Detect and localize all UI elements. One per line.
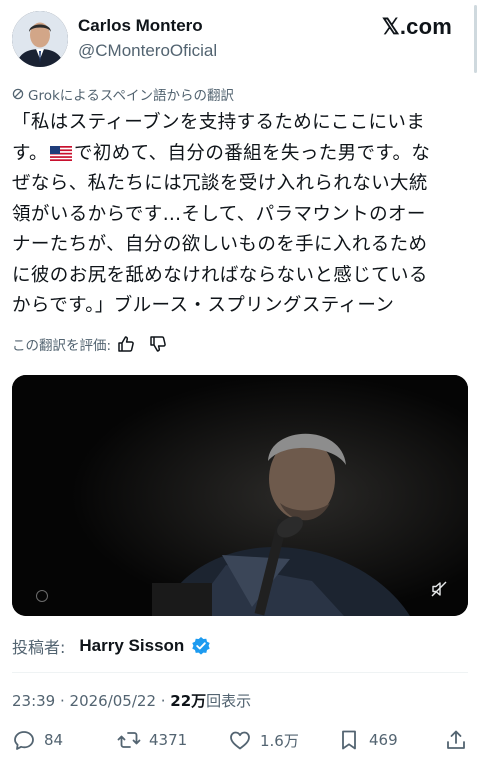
action-bar: 84 4371 1.6万 469 — [0, 728, 480, 758]
bookmark-count: 469 — [369, 731, 398, 749]
thumbs-down-icon[interactable] — [149, 335, 167, 353]
divider — [12, 672, 468, 673]
rate-translation-label: この翻訳を評価: — [12, 338, 112, 354]
translation-note-text: Grokによるスペイン語からの翻訳 — [28, 88, 234, 104]
views-count: 22万 — [170, 692, 207, 710]
poster-attribution: 投稿者: Harry Sisson — [12, 634, 211, 658]
scrollbar[interactable] — [474, 5, 477, 73]
share-button[interactable] — [444, 728, 476, 752]
like-count: 1.6万 — [260, 731, 299, 750]
verified-badge-icon — [191, 636, 211, 656]
translation-note: Grokによるスペイン語からの翻訳 — [12, 84, 234, 104]
video-player[interactable] — [12, 375, 468, 616]
watermark-icon — [36, 590, 48, 602]
translate-icon — [12, 88, 24, 100]
heart-icon — [230, 731, 250, 750]
author-name[interactable]: Carlos Montero — [78, 16, 203, 36]
tweet-line-2: す。 で初めて、自分の番組を失った男です。な — [12, 139, 468, 170]
tweet-text: 「私はスティーブンを支持するためにここにいま す。 で初めて、自分の番組を失った… — [12, 108, 468, 322]
share-icon — [447, 730, 465, 749]
tweet-line-5: ナーたちが、自分の欲しいものを手に入れるため — [12, 234, 428, 255]
reply-icon — [14, 731, 34, 750]
tweet-line-2-prefix: す。 — [12, 142, 48, 164]
poster-label: 投稿者: — [12, 638, 66, 657]
timestamp[interactable]: 23:39 · 2026/05/22 · — [12, 692, 170, 710]
mute-icon[interactable] — [430, 580, 448, 598]
tweet-meta: 23:39 · 2026/05/22 · 22万回表示 — [12, 690, 251, 711]
tweet-line-2-rest: で初めて、自分の番組を失った男です。な — [73, 142, 431, 164]
us-flag-icon — [49, 141, 72, 161]
tweet-line-3: ぜなら、私たちには冗談を受け入れられない大統 — [12, 173, 428, 194]
views-label: 回表示 — [206, 692, 252, 710]
poster-name[interactable]: Harry Sisson — [79, 636, 184, 656]
repost-count: 4371 — [149, 731, 188, 749]
thumbs-up-icon[interactable] — [117, 335, 135, 353]
author-handle[interactable]: @CMonteroOficial — [78, 41, 217, 61]
tweet-header: Carlos Montero @CMonteroOficial 𝕏.com — [0, 0, 480, 78]
video-frame — [12, 375, 468, 616]
rate-translation: この翻訳を評価: — [12, 334, 167, 354]
reply-button[interactable]: 84 — [12, 728, 63, 752]
reply-count: 84 — [44, 731, 64, 749]
tweet-line-7: からです。」ブルース・スプリングスティーン — [12, 295, 395, 316]
tweet-line-1: 「私はスティーブンを支持するためにここにいま — [12, 112, 426, 133]
bookmark-icon — [342, 730, 356, 750]
like-button[interactable]: 1.6万 — [228, 728, 299, 752]
repost-icon — [117, 732, 141, 748]
avatar[interactable] — [12, 11, 68, 67]
bookmark-button[interactable]: 469 — [337, 728, 398, 752]
x-logo[interactable]: 𝕏.com — [382, 14, 452, 40]
tweet-line-4: 領がいるからです…そして、パラマウントのオー — [12, 203, 426, 225]
tweet-line-6: に彼のお尻を舐めなければならないと感じている — [12, 264, 428, 286]
repost-button[interactable]: 4371 — [117, 728, 187, 752]
